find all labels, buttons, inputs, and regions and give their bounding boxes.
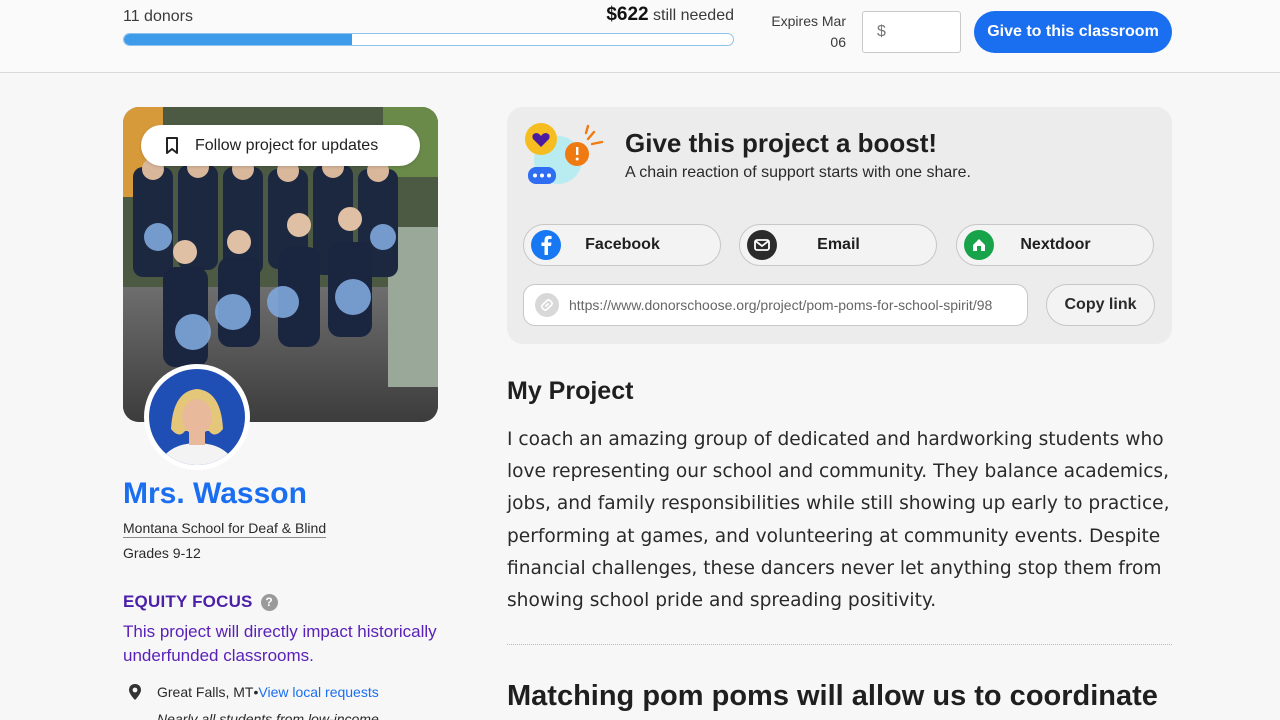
donor-count: 11 donors <box>123 8 193 25</box>
amount-needed: $622 still needed <box>540 4 734 26</box>
follow-project-button[interactable]: Follow project for updates <box>141 125 420 166</box>
location-pin-icon <box>129 684 141 700</box>
bookmark-icon <box>166 136 178 154</box>
funding-bar: 11 donors $622 still needed Expires Mar … <box>0 0 1280 73</box>
boost-illustration-icon <box>525 123 604 184</box>
share-nextdoor-button[interactable]: Nextdoor <box>956 224 1154 266</box>
project-description: I coach an amazing group of dedicated an… <box>507 429 1170 612</box>
follow-project-label: Follow project for updates <box>195 136 379 154</box>
teacher-avatar[interactable] <box>144 364 250 470</box>
location-city: Great Falls, MT <box>157 684 254 700</box>
project-url-field[interactable]: https://www.donorschoose.org/project/pom… <box>523 284 1028 326</box>
equity-focus-heading: EQUITY FOCUS ? <box>123 592 278 612</box>
share-email-button[interactable]: Email <box>739 224 937 266</box>
equity-focus-text: This project will directly impact histor… <box>123 622 437 665</box>
facebook-label: Facebook <box>585 236 660 253</box>
donation-amount-input[interactable] <box>862 11 961 53</box>
share-subtitle: A chain reaction of support starts with … <box>625 164 971 181</box>
poverty-level-text: Nearly all students from low-income <box>157 711 379 720</box>
funding-progress-bar <box>123 33 734 46</box>
teacher-name[interactable]: Mrs. Wasson <box>123 477 307 511</box>
expiration-date: Expires Mar 06 <box>771 13 846 50</box>
equity-focus-title: EQUITY FOCUS <box>123 592 253 611</box>
help-icon[interactable]: ? <box>260 593 278 611</box>
funding-progress-fill <box>124 34 353 45</box>
amount-needed-value: $622 <box>606 4 649 25</box>
amount-needed-label: still needed <box>648 7 734 24</box>
facebook-icon <box>531 230 561 260</box>
view-local-requests-link[interactable]: View local requests <box>258 684 378 700</box>
email-icon <box>747 230 777 260</box>
project-subheading: Matching pom poms will allow us to coord… <box>507 680 1158 712</box>
project-url-text: https://www.donorschoose.org/project/pom… <box>569 297 993 313</box>
location-line: Great Falls, MT • View local requests <box>128 684 379 700</box>
nextdoor-label: Nextdoor <box>1020 236 1091 253</box>
link-icon <box>535 293 559 317</box>
give-to-classroom-button[interactable]: Give to this classroom <box>974 11 1172 53</box>
my-project-heading: My Project <box>507 377 634 405</box>
nextdoor-icon <box>964 230 994 260</box>
school-link[interactable]: Montana School for Deaf & Blind <box>123 520 327 538</box>
grade-level: Grades 9-12 <box>123 545 201 561</box>
email-label: Email <box>817 236 860 253</box>
copy-link-button[interactable]: Copy link <box>1046 284 1155 326</box>
section-divider <box>507 644 1172 645</box>
share-title: Give this project a boost! <box>625 128 938 158</box>
share-facebook-button[interactable]: Facebook <box>523 224 721 266</box>
